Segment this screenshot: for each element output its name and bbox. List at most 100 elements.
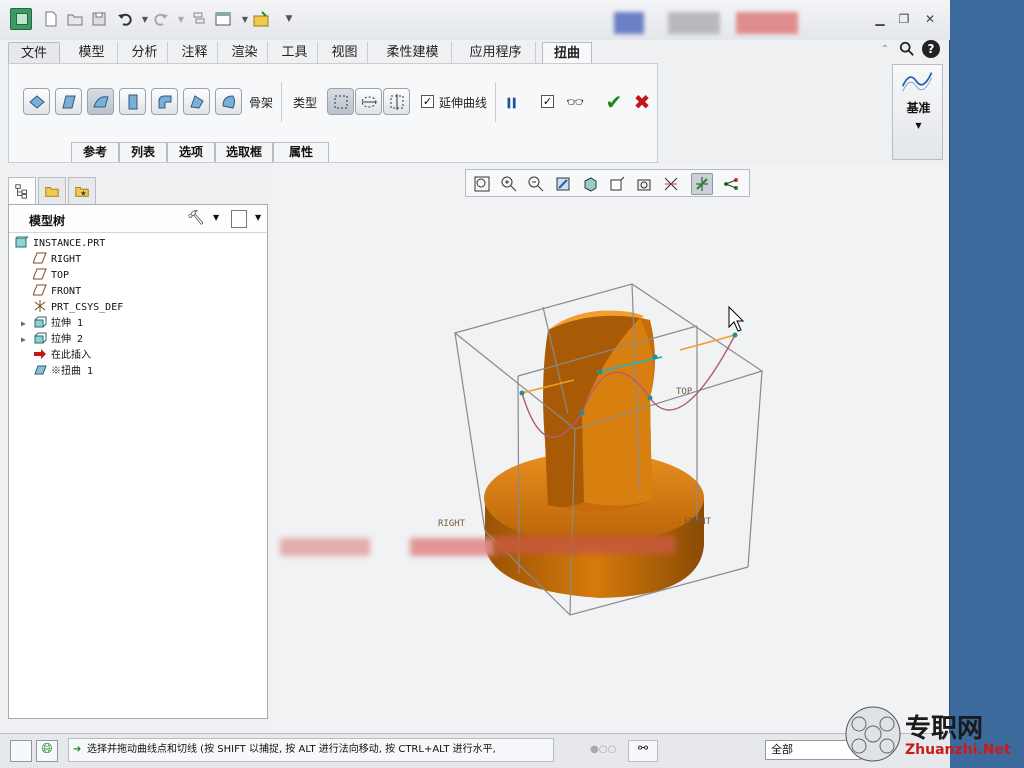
type-plane-icon[interactable] — [327, 88, 354, 115]
repaint-icon[interactable] — [552, 173, 574, 195]
tab-9[interactable]: 扭曲 — [542, 42, 592, 64]
view-manager-icon[interactable] — [633, 173, 655, 195]
favorites-tab-icon[interactable]: ★ — [68, 177, 96, 205]
tree-item[interactable]: ▶ 拉伸 1 — [21, 316, 83, 332]
annotation-display-icon[interactable] — [660, 173, 682, 195]
tree-item[interactable]: 在此插入 — [33, 348, 91, 364]
preview-checkbox[interactable]: ✓ — [541, 95, 554, 108]
browser-globe-icon[interactable]: 🌐︎ — [36, 740, 58, 762]
close-icon[interactable]: ✕ — [920, 10, 940, 28]
tree-columns-icon[interactable] — [231, 210, 247, 228]
sculpt-tool-icon[interactable] — [215, 88, 242, 115]
tree-item[interactable]: ※扭曲 1 — [33, 364, 93, 380]
mouse-cursor-icon — [728, 305, 745, 332]
regenerate-icon[interactable] — [188, 8, 210, 30]
zoom-in-icon[interactable] — [498, 173, 520, 195]
folder-browser-tab-icon[interactable] — [38, 177, 66, 205]
pause-icon[interactable] — [501, 92, 523, 114]
tree-item[interactable]: FRONT — [32, 284, 81, 300]
separator — [281, 82, 282, 122]
new-file-icon[interactable] — [40, 8, 62, 30]
redo-icon[interactable] — [150, 8, 172, 30]
open-folder-icon[interactable] — [64, 8, 86, 30]
search-icon[interactable] — [898, 40, 916, 58]
expand-arrow-icon[interactable]: ▶ — [21, 316, 31, 332]
tab-4[interactable]: 渲染 — [222, 42, 268, 64]
part-icon — [15, 236, 29, 248]
status-message: ➜ 选择并拖动曲线点和切线 (按 SHIFT 以捕捉, 按 ALT 进行法向移动… — [68, 738, 554, 762]
tree-item-label: PRT_CSYS_DEF — [51, 302, 124, 313]
type-curve-icon[interactable] — [355, 88, 382, 115]
spine-tool-icon[interactable] — [87, 88, 114, 115]
twist-tool-icon[interactable] — [183, 88, 210, 115]
redacted-title-block — [668, 12, 720, 34]
tab-2[interactable]: 分析 — [122, 42, 168, 64]
spin-center-icon[interactable] — [720, 173, 742, 195]
redacted-title-block — [614, 12, 644, 34]
apply-checkmark-icon[interactable]: ✔ — [603, 90, 625, 114]
tree-item[interactable]: ▶ 拉伸 2 — [21, 332, 84, 348]
subtab-0[interactable]: 参考 — [71, 142, 119, 162]
subtab-3[interactable]: 选取框 — [215, 142, 273, 162]
datum-dropdown-icon[interactable]: ▼ — [893, 121, 944, 130]
tree-item[interactable]: RIGHT — [32, 252, 81, 268]
customize-quick-access-icon[interactable]: ▼ — [278, 8, 300, 30]
type-axis-icon[interactable] — [383, 88, 410, 115]
subtab-2[interactable]: 选项 — [167, 142, 215, 162]
warp-dashboard: 骨架 类型 ✓ 延伸曲线 ✓ 👓︎ ✔ ✖ 参考 列表 选项 选取框 属性 — [8, 63, 658, 163]
glasses-preview-icon[interactable]: 👓︎ — [563, 93, 587, 113]
saved-orientations-icon[interactable] — [606, 173, 628, 195]
tab-6[interactable]: 视图 — [322, 42, 368, 64]
graphics-window[interactable]: RIGHT TOP FRONT — [270, 163, 948, 733]
tree-item[interactable]: PRT_CSYS_DEF — [33, 300, 123, 316]
cancel-x-icon[interactable]: ✖ — [631, 90, 653, 114]
tab-1[interactable]: 模型 — [66, 42, 118, 64]
extend-curve-label: 延伸曲线 — [439, 96, 488, 110]
maximize-icon[interactable]: ❐ — [894, 10, 914, 28]
subtab-4[interactable]: 属性 — [273, 142, 329, 162]
windows-icon[interactable] — [212, 8, 234, 30]
creo-window: ▼ ▼ ▼ ▼ ▁ ❐ ✕ 文件 模型 分析 注释 渲染 工具 视图 柔性建模 应用程序 扭曲 ⌃… — [0, 0, 950, 768]
tree-item-label: 扭曲 1 — [61, 366, 94, 377]
tab-7[interactable]: 柔性建模 — [374, 42, 452, 64]
tree-item[interactable]: TOP — [32, 268, 69, 284]
datum-display-filter-icon[interactable] — [691, 173, 713, 195]
tab-8[interactable]: 应用程序 — [456, 42, 536, 64]
tree-settings-dropdown-icon[interactable]: ▼ — [213, 213, 219, 222]
tab-5[interactable]: 工具 — [272, 42, 318, 64]
redacted-region — [495, 536, 675, 554]
extrude-icon — [33, 316, 47, 328]
model-tree-tab-icon[interactable] — [8, 177, 36, 205]
display-style-icon[interactable] — [579, 173, 601, 195]
collapse-ribbon-icon[interactable]: ⌃ — [876, 40, 894, 58]
subtab-1[interactable]: 列表 — [119, 142, 167, 162]
expand-arrow-icon[interactable]: ▶ — [21, 332, 31, 348]
spine-label: 骨架 — [249, 96, 274, 110]
csys-icon — [33, 300, 47, 312]
close-window-folder-icon[interactable] — [250, 8, 272, 30]
zoom-out-icon[interactable] — [525, 173, 547, 195]
tree-item-label: 拉伸 2 — [51, 334, 84, 345]
stretch-tool-icon[interactable] — [119, 88, 146, 115]
refit-icon[interactable] — [471, 173, 493, 195]
save-icon[interactable] — [88, 8, 110, 30]
datum-group-button[interactable]: 基准 ▼ — [892, 64, 943, 160]
extend-curve-checkbox[interactable]: ✓ — [421, 95, 434, 108]
watermark-globe-icon — [845, 706, 901, 762]
tree-settings-hammer-icon[interactable]: 🔨︎ — [187, 210, 205, 228]
datum-plane-icon — [32, 268, 47, 280]
show-navigator-icon[interactable] — [10, 740, 32, 762]
tree-item[interactable]: INSTANCE.PRT — [15, 236, 105, 252]
transform-tool-icon[interactable] — [23, 88, 50, 115]
tree-columns-dropdown-icon[interactable]: ▼ — [255, 213, 261, 222]
tab-0[interactable]: 文件 — [8, 42, 60, 64]
find-binoculars-icon[interactable]: ⚯ — [628, 740, 658, 762]
bend-tool-icon[interactable] — [151, 88, 178, 115]
help-icon[interactable]: ? — [922, 40, 940, 58]
undo-icon[interactable] — [114, 8, 136, 30]
app-icon[interactable] — [10, 8, 32, 30]
tab-3[interactable]: 注释 — [172, 42, 218, 64]
minimize-icon[interactable]: ▁ — [870, 10, 890, 28]
warp-tool-icon[interactable] — [55, 88, 82, 115]
3d-viewport[interactable]: RIGHT TOP FRONT — [270, 163, 948, 733]
